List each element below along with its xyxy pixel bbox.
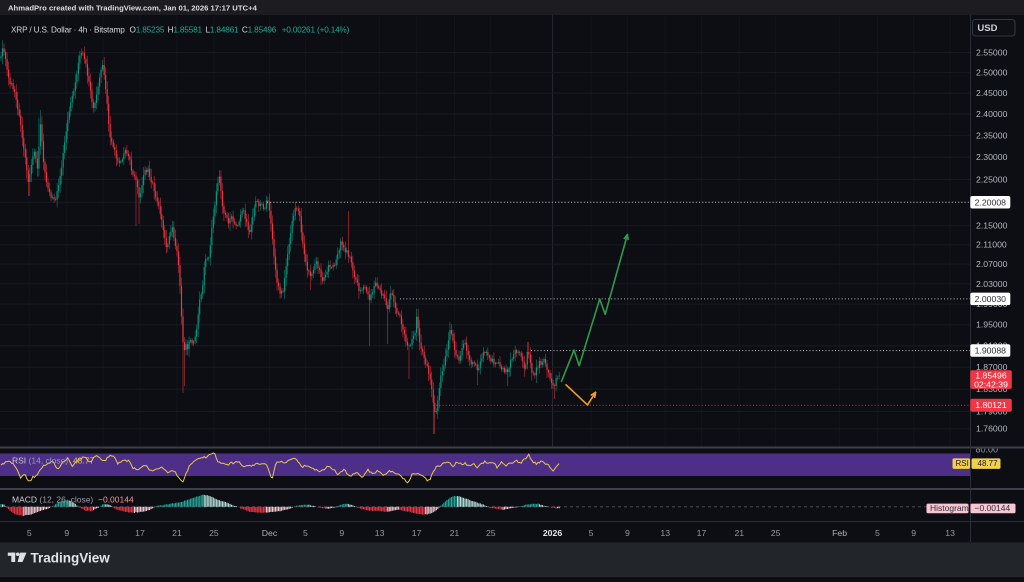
svg-text:1.90088: 1.90088 xyxy=(975,346,1007,356)
svg-text:C1.85496: C1.85496 xyxy=(242,25,277,34)
svg-text:5: 5 xyxy=(875,528,880,538)
svg-text:2.35000: 2.35000 xyxy=(976,130,1008,140)
svg-text:2.50000: 2.50000 xyxy=(976,68,1008,78)
svg-text:2.45000: 2.45000 xyxy=(976,88,1008,98)
svg-text:2.07000: 2.07000 xyxy=(976,259,1008,269)
svg-text:AhmadPro created with TradingV: AhmadPro created with TradingView.com, J… xyxy=(8,4,258,13)
svg-text:XRP / U.S. Dollar · 4h · Bitst: XRP / U.S. Dollar · 4h · Bitstamp xyxy=(11,25,125,34)
svg-text:02:42:39: 02:42:39 xyxy=(974,379,1008,389)
svg-text:−0.00144: −0.00144 xyxy=(975,503,1011,513)
svg-text:5: 5 xyxy=(27,528,32,538)
svg-text:13: 13 xyxy=(945,528,955,538)
svg-text:+0.00261 (+0.14%): +0.00261 (+0.14%) xyxy=(282,25,350,34)
svg-text:2.00030: 2.00030 xyxy=(975,294,1007,304)
svg-text:2.03000: 2.03000 xyxy=(976,279,1008,289)
svg-text:O1.85235: O1.85235 xyxy=(130,25,165,34)
svg-text:L1.84861: L1.84861 xyxy=(206,25,240,34)
svg-text:25: 25 xyxy=(209,528,219,538)
svg-text:1.95000: 1.95000 xyxy=(976,320,1008,330)
svg-text:2.55000: 2.55000 xyxy=(976,48,1008,58)
svg-text:Histogram: Histogram xyxy=(930,503,969,513)
svg-text:9: 9 xyxy=(339,528,344,538)
svg-text:TradingView: TradingView xyxy=(31,551,111,566)
svg-text:48.77: 48.77 xyxy=(978,459,999,468)
svg-text:5: 5 xyxy=(589,528,594,538)
svg-text:17: 17 xyxy=(412,528,422,538)
svg-text:2.40000: 2.40000 xyxy=(976,109,1008,119)
svg-text:MACD (12, 26, close) −0.00144: MACD (12, 26, close) −0.00144 xyxy=(12,495,134,505)
svg-text:2.11000: 2.11000 xyxy=(976,240,1007,250)
svg-text:25: 25 xyxy=(771,528,781,538)
svg-text:13: 13 xyxy=(98,528,108,538)
svg-text:25: 25 xyxy=(486,528,496,538)
svg-text:2.20008: 2.20008 xyxy=(975,197,1007,207)
svg-text:13: 13 xyxy=(660,528,670,538)
svg-text:RSI (14, close) 48.77: RSI (14, close) 48.77 xyxy=(12,456,94,466)
svg-text:1.80121: 1.80121 xyxy=(975,400,1007,410)
svg-text:21: 21 xyxy=(450,528,460,538)
svg-text:9: 9 xyxy=(911,528,916,538)
svg-text:21: 21 xyxy=(734,528,744,538)
svg-text:17: 17 xyxy=(697,528,707,538)
svg-text:1.76000: 1.76000 xyxy=(976,424,1008,434)
svg-text:H1.85581: H1.85581 xyxy=(168,25,203,34)
svg-text:5: 5 xyxy=(303,528,308,538)
svg-text:17: 17 xyxy=(135,528,145,538)
svg-text:USD: USD xyxy=(977,23,997,34)
svg-text:2.15000: 2.15000 xyxy=(976,221,1008,231)
svg-text:Dec: Dec xyxy=(262,528,278,538)
svg-text:9: 9 xyxy=(64,528,69,538)
svg-text:21: 21 xyxy=(172,528,182,538)
svg-text:9: 9 xyxy=(625,528,630,538)
svg-text:2026: 2026 xyxy=(543,528,562,538)
svg-text:RSI: RSI xyxy=(956,459,969,468)
svg-text:13: 13 xyxy=(375,528,385,538)
svg-text:2.30000: 2.30000 xyxy=(976,152,1008,162)
svg-text:2.25000: 2.25000 xyxy=(976,175,1008,185)
svg-text:Feb: Feb xyxy=(832,528,847,538)
